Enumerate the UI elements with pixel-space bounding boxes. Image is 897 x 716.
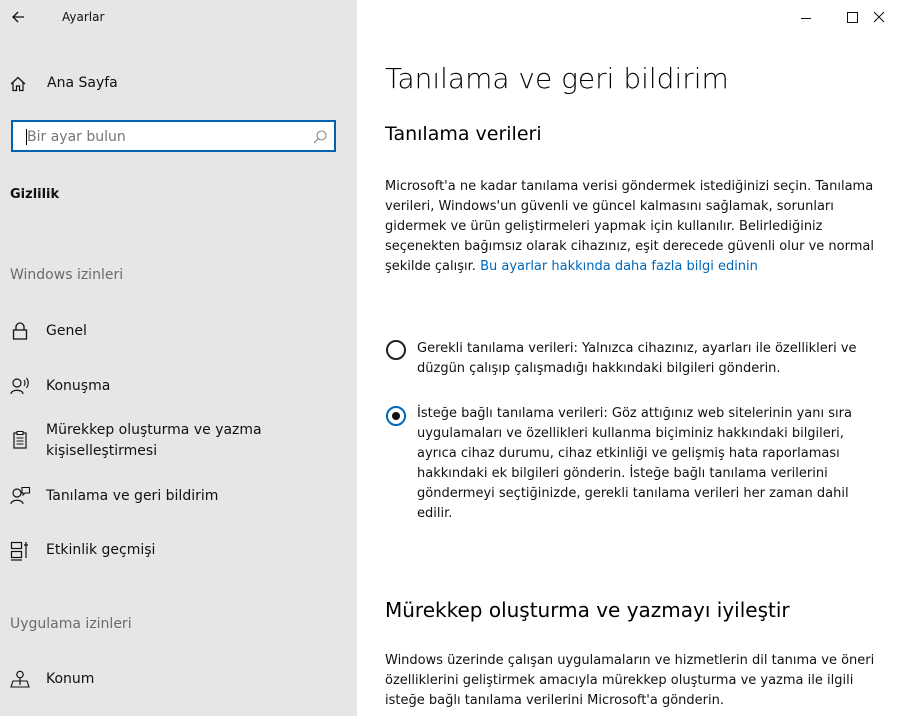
sidebar-item-general[interactable]: Genel (0, 316, 357, 348)
sidebar-item-inking-typing[interactable]: Mürekkep oluşturma ve yazma kişiselleşti… (0, 417, 357, 465)
section-label-windows-permissions: Windows izinleri (10, 267, 124, 283)
search-box[interactable] (11, 120, 336, 152)
sidebar-item-label: Genel (46, 323, 87, 339)
sidebar-item-label: Tanılama ve geri bildirim (46, 488, 219, 504)
close-button[interactable] (855, 0, 897, 32)
learn-more-link[interactable]: Bu ayarlar hakkında daha fazla bilgi edi… (480, 259, 758, 274)
sidebar: Ayarlar Ana Sayfa Gizlilik Windows izinl… (0, 0, 357, 716)
section-label-app-permissions: Uygulama izinleri (10, 616, 132, 632)
activity-history-icon (9, 539, 31, 561)
location-icon (9, 668, 31, 690)
sidebar-item-speech[interactable]: Konuşma (0, 371, 357, 403)
sidebar-item-activity-history[interactable]: Etkinlik geçmişi (0, 535, 357, 567)
close-icon (873, 11, 885, 23)
search-input[interactable] (27, 126, 297, 148)
back-arrow-icon[interactable] (10, 6, 30, 28)
sidebar-item-label: Mürekkep oluşturma ve yazma kişiselleşti… (46, 422, 262, 459)
page-title: Tanılama ve geri bildirim (385, 62, 729, 95)
lock-icon (9, 320, 31, 342)
search-icon[interactable] (312, 129, 328, 145)
group-title: Gizlilik (10, 187, 60, 202)
inking-description: Windows üzerinde çalışan uygulamaların v… (385, 653, 875, 708)
sidebar-item-label: Konum (46, 671, 95, 687)
home-icon (8, 74, 28, 94)
diagnostics-description: Microsoft'a ne kadar tanılama verisi gön… (385, 177, 875, 277)
required-diagnostics-radio[interactable] (386, 340, 406, 360)
sidebar-item-location[interactable]: Konum (0, 664, 357, 696)
home-nav-item[interactable]: Ana Sayfa (0, 68, 357, 100)
sidebar-item-diagnostics-feedback[interactable]: Tanılama ve geri bildirim (0, 481, 357, 513)
optional-diagnostics-radio[interactable] (386, 406, 406, 426)
speech-icon (9, 375, 31, 397)
app-title: Ayarlar (62, 10, 105, 24)
home-label: Ana Sayfa (47, 75, 118, 91)
optional-diagnostics-label: İsteğe bağlı tanılama verileri: Göz attı… (417, 406, 852, 521)
sidebar-item-label: Etkinlik geçmişi (46, 542, 156, 558)
diagnostics-heading: Tanılama verileri (385, 123, 542, 145)
feedback-icon (9, 485, 31, 507)
inking-heading: Mürekkep oluşturma ve yazmayı iyileştir (385, 598, 790, 622)
minimize-button[interactable] (783, 0, 829, 32)
clipboard-icon (9, 429, 31, 451)
minimize-icon (801, 18, 811, 19)
sidebar-item-label: Konuşma (46, 378, 111, 394)
required-diagnostics-label: Gerekli tanılama verileri: Yalnızca ciha… (417, 341, 857, 376)
radio-selected-dot (392, 412, 400, 420)
